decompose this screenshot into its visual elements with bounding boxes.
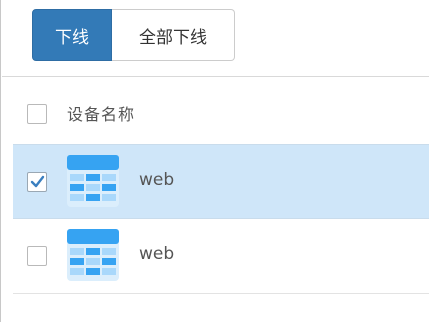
table-row[interactable]: web [13, 144, 429, 219]
action-toolbar: 下线 全部下线 [32, 9, 235, 61]
table-grid-icon [67, 155, 119, 207]
row-checkbox[interactable] [27, 246, 47, 266]
row-checkbox[interactable] [27, 172, 47, 192]
checkmark-icon [30, 175, 45, 188]
offline-all-button[interactable]: 全部下线 [112, 9, 235, 61]
device-name: web [139, 170, 175, 190]
table-grid-icon [67, 229, 119, 281]
select-all-checkbox[interactable] [27, 104, 47, 124]
column-header-device-name: 设备名称 [67, 105, 136, 124]
table-header-row: 设备名称 [13, 77, 429, 144]
table-row[interactable]: web [13, 219, 429, 294]
offline-button[interactable]: 下线 [32, 9, 112, 61]
device-panel: 下线 全部下线 设备名称 web web [0, 0, 429, 322]
device-name: web [139, 244, 175, 264]
